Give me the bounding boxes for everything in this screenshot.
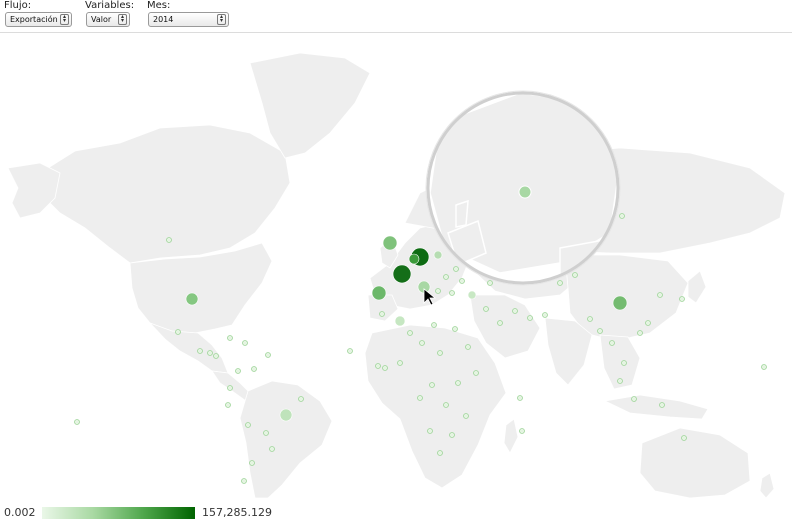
world-map[interactable] xyxy=(0,33,792,498)
mes-control: Mes: 2014 ▴ ▾ xyxy=(143,0,243,27)
lens-country-corsica[interactable] xyxy=(455,199,469,228)
variables-control: Variables: Valor ▴ ▾ xyxy=(81,0,141,27)
color-legend: 0.002 157,285.129 xyxy=(0,500,792,530)
bubble-china[interactable] xyxy=(612,295,628,311)
mes-select[interactable]: 2014 ▴ ▾ xyxy=(148,12,229,27)
mes-label: Mes: xyxy=(147,0,171,11)
select-arrows-icon: ▴ ▾ xyxy=(118,14,127,25)
flujo-control: Flujo: Exportación ▴ ▾ xyxy=(0,0,80,27)
bubble-netherlands[interactable] xyxy=(408,253,420,265)
variables-label: Variables: xyxy=(85,0,135,11)
lens-bubble-italy[interactable] xyxy=(518,185,532,199)
bubble-turkey[interactable] xyxy=(467,290,477,300)
country-south-america[interactable] xyxy=(239,380,333,498)
country-alaska[interactable] xyxy=(7,162,61,219)
bubble-france[interactable] xyxy=(392,264,412,284)
flujo-select[interactable]: Exportación ▴ ▾ xyxy=(5,12,72,27)
mes-select-value: 2014 xyxy=(153,15,174,24)
bubble-poland[interactable] xyxy=(433,250,443,260)
variables-select-value: Valor xyxy=(91,15,112,24)
select-arrows-icon: ▴ ▾ xyxy=(217,14,226,25)
bubble-morocco[interactable] xyxy=(394,315,406,327)
bubble-uk[interactable] xyxy=(382,235,398,251)
country-new-zealand[interactable] xyxy=(759,472,775,498)
country-africa[interactable] xyxy=(364,324,507,489)
filter-controls: Flujo: Exportación ▴ ▾ Variables: Valor ▴… xyxy=(0,0,792,33)
country-japan[interactable] xyxy=(687,270,707,304)
flujo-select-value: Exportación xyxy=(10,15,58,24)
country-madagascar[interactable] xyxy=(503,418,519,454)
flujo-label: Flujo: xyxy=(4,0,32,11)
country-australia[interactable] xyxy=(639,427,751,498)
country-greenland[interactable] xyxy=(249,52,371,159)
country-canada[interactable] xyxy=(39,124,291,264)
country-indonesia[interactable] xyxy=(603,394,709,420)
select-arrows-icon: ▴ ▾ xyxy=(60,14,69,25)
legend-max-label: 157,285.129 xyxy=(202,506,272,519)
legend-gradient-bar xyxy=(42,507,195,519)
bubble-spain[interactable] xyxy=(371,285,387,301)
bubble-usa[interactable] xyxy=(185,292,199,306)
bubble-brazil[interactable] xyxy=(279,408,293,422)
variables-select[interactable]: Valor ▴ ▾ xyxy=(86,12,130,27)
legend-min-label: 0.002 xyxy=(4,506,36,519)
